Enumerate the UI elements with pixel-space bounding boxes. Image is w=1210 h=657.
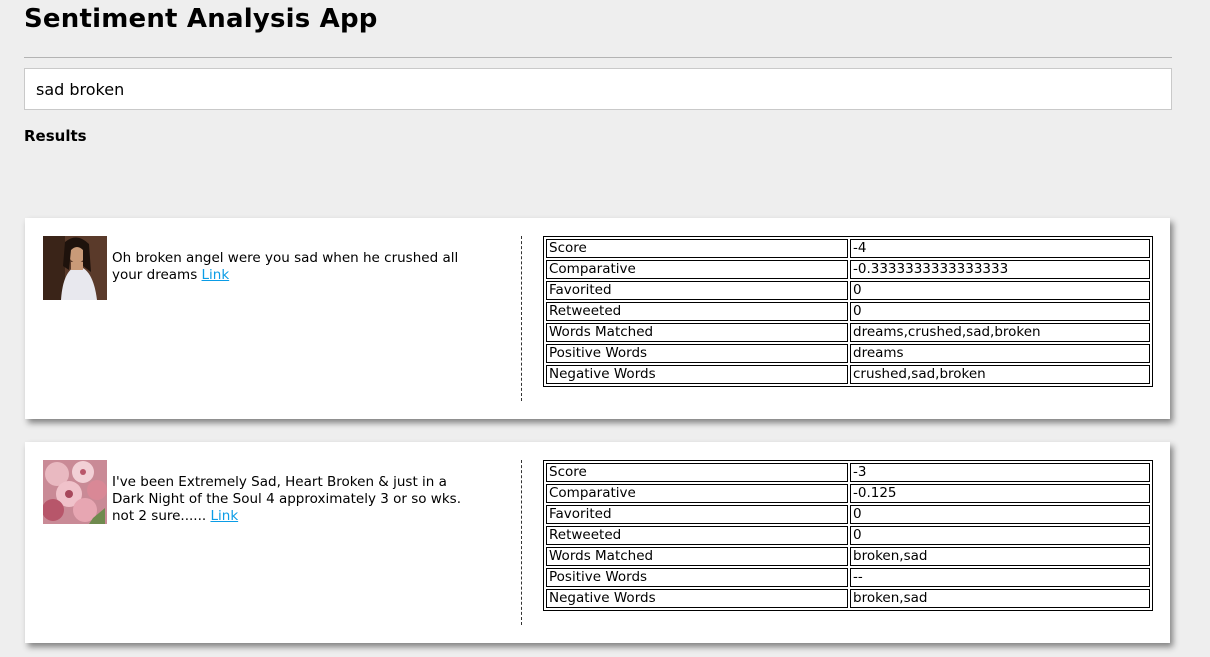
stat-value: broken,sad (850, 547, 1150, 566)
tweet-link[interactable]: Link (202, 267, 230, 283)
stat-label: Score (546, 239, 848, 258)
table-row: Favorited 0 (546, 281, 1150, 300)
stat-value: dreams (850, 344, 1150, 363)
stat-value: 0 (850, 526, 1150, 545)
stat-label: Favorited (546, 505, 848, 524)
card-separator (521, 460, 522, 625)
result-card: Oh broken angel were you sad when he cru… (25, 218, 1170, 419)
stat-value: dreams,crushed,sad,broken (850, 323, 1150, 342)
stat-label: Comparative (546, 260, 848, 279)
table-row: Comparative -0.3333333333333333 (546, 260, 1150, 279)
stat-label: Positive Words (546, 568, 848, 587)
stat-value: 0 (850, 505, 1150, 524)
stat-label: Words Matched (546, 547, 848, 566)
tweet-body: Oh broken angel were you sad when he cru… (112, 250, 459, 283)
stat-value: -0.3333333333333333 (850, 260, 1150, 279)
stat-label: Negative Words (546, 365, 848, 384)
avatar (43, 236, 107, 300)
stat-label: Favorited (546, 281, 848, 300)
table-row: Words Matched broken,sad (546, 547, 1150, 566)
table-row: Retweeted 0 (546, 526, 1150, 545)
card-separator (521, 236, 522, 401)
table-row: Comparative -0.125 (546, 484, 1150, 503)
stat-label: Words Matched (546, 323, 848, 342)
table-row: Positive Words -- (546, 568, 1150, 587)
table-row: Negative Words broken,sad (546, 589, 1150, 608)
stats-table: Score -3 Comparative -0.125 Favorited 0 Ret… (543, 460, 1153, 611)
tweet-body: I've been Extremely Sad, Heart Broken & … (112, 474, 461, 524)
tweet-link[interactable]: Link (210, 508, 238, 524)
tweet-content: Oh broken angel were you sad when he cru… (43, 236, 473, 300)
table-row: Score -4 (546, 239, 1150, 258)
stat-value: -- (850, 568, 1150, 587)
table-row: Negative Words crushed,sad,broken (546, 365, 1150, 384)
stat-value: 0 (850, 281, 1150, 300)
stat-value: -4 (850, 239, 1150, 258)
header-divider (24, 57, 1172, 58)
stat-value: 0 (850, 302, 1150, 321)
stat-label: Score (546, 463, 848, 482)
stat-value: broken,sad (850, 589, 1150, 608)
stat-label: Retweeted (546, 526, 848, 545)
table-row: Positive Words dreams (546, 344, 1150, 363)
stat-label: Negative Words (546, 589, 848, 608)
table-row: Score -3 (546, 463, 1150, 482)
tweet-text: I've been Extremely Sad, Heart Broken & … (43, 460, 473, 525)
page-title: Sentiment Analysis App (24, 4, 378, 34)
tweet-content: I've been Extremely Sad, Heart Broken & … (43, 460, 473, 525)
search-input[interactable] (24, 68, 1172, 110)
stat-value: -3 (850, 463, 1150, 482)
stat-label: Positive Words (546, 344, 848, 363)
table-row: Words Matched dreams,crushed,sad,broken (546, 323, 1150, 342)
tweet-text: Oh broken angel were you sad when he cru… (43, 236, 473, 284)
table-row: Retweeted 0 (546, 302, 1150, 321)
stats-table: Score -4 Comparative -0.3333333333333333 F… (543, 236, 1153, 387)
result-card: I've been Extremely Sad, Heart Broken & … (25, 442, 1170, 643)
results-heading: Results (24, 127, 87, 145)
stat-value: crushed,sad,broken (850, 365, 1150, 384)
stat-label: Comparative (546, 484, 848, 503)
table-row: Favorited 0 (546, 505, 1150, 524)
avatar (43, 460, 107, 524)
stat-label: Retweeted (546, 302, 848, 321)
stat-value: -0.125 (850, 484, 1150, 503)
